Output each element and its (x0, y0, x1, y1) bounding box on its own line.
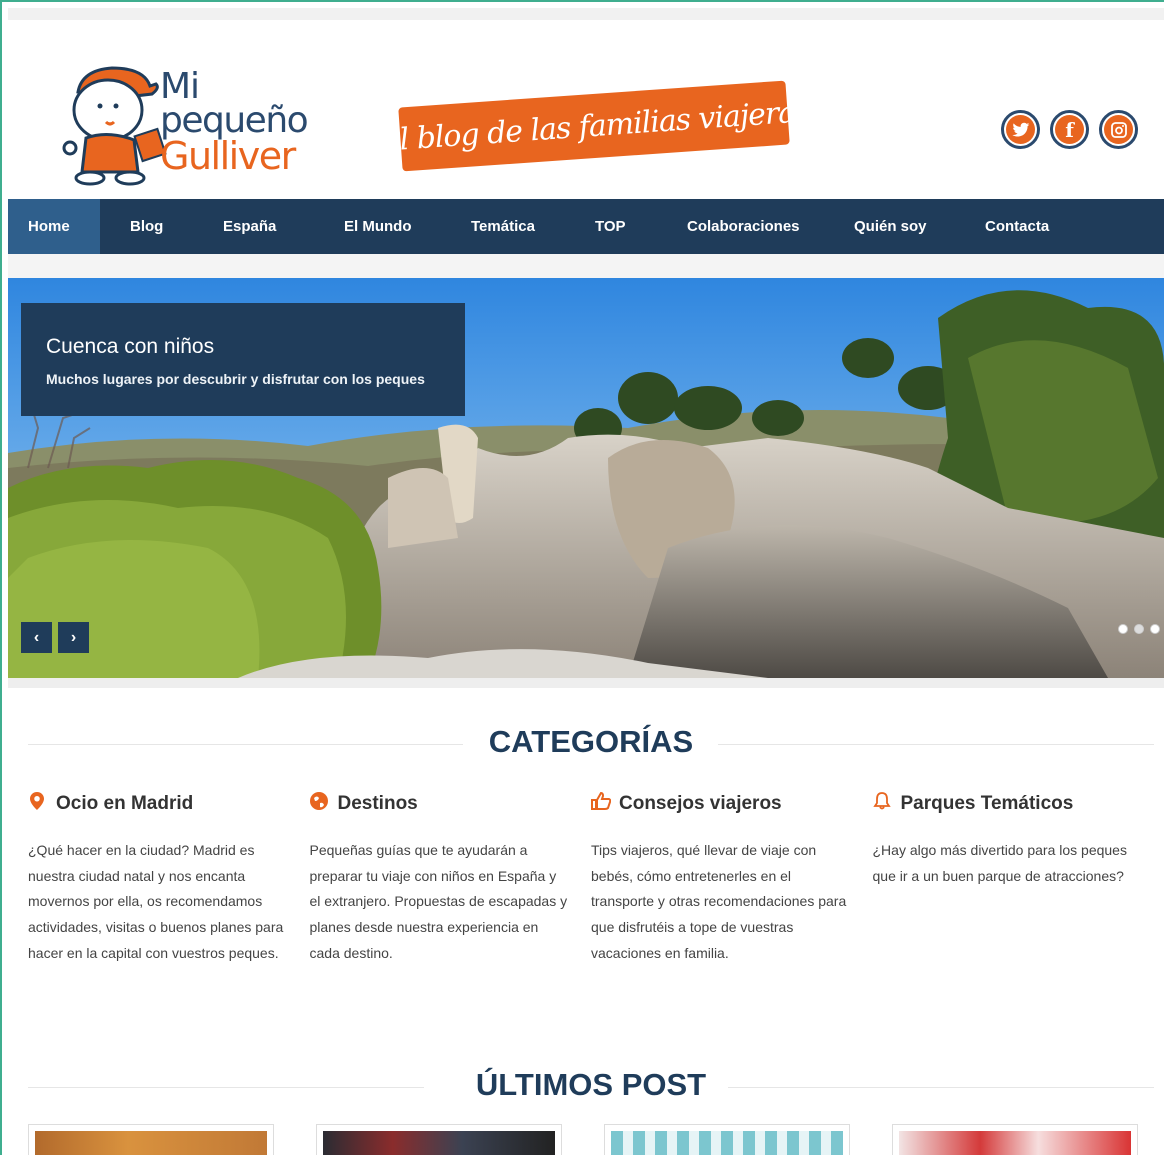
nav-item-home[interactable]: Home (8, 199, 100, 254)
category-destinos: Destinos Pequeñas guías que te ayudarán … (309, 792, 592, 967)
facebook-icon[interactable]: f (1050, 110, 1089, 149)
logo-wordmark: Mi pequeño Gulliver (160, 66, 309, 179)
tagline-banner: El blog de las familias viajeras (377, 80, 811, 172)
category-title[interactable]: Destinos (338, 793, 418, 815)
slide-caption[interactable]: Cuenca con niños Muchos lugares por desc… (21, 303, 465, 416)
category-header: Destinos (309, 792, 570, 816)
globe-icon (309, 792, 328, 816)
tagline-text: El blog de las familias viajeras (377, 93, 811, 159)
post-card[interactable] (28, 1124, 274, 1155)
logo-line-2: pequeño (160, 100, 309, 142)
category-description: Pequeñas guías que te ayudarán a prepara… (309, 842, 568, 961)
chevron-right-icon: › (70, 628, 77, 646)
category-header: Consejos viajeros (591, 791, 851, 816)
slider-dot-2[interactable] (1134, 624, 1144, 634)
nav-item-blog[interactable]: Blog (100, 199, 203, 254)
social-links: f (1001, 110, 1138, 149)
category-title[interactable]: Parques Temáticos (901, 793, 1074, 815)
category-header: Ocio en Madrid (28, 792, 288, 816)
post-thumbnail[interactable] (35, 1131, 267, 1155)
nav-item-contacta[interactable]: Contacta (961, 199, 1091, 254)
page: Mi pequeño Gulliver El blog de las famil… (8, 8, 1164, 1155)
post-thumbnail[interactable] (323, 1131, 555, 1155)
category-title[interactable]: Consejos viajeros (619, 793, 782, 815)
hero-bottom-strip (8, 678, 1164, 688)
instagram-icon[interactable] (1099, 110, 1138, 149)
post-card[interactable] (316, 1124, 562, 1155)
post-thumbnail[interactable] (611, 1131, 843, 1155)
nav-item-espana[interactable]: España (203, 199, 316, 254)
categories-list: Ocio en Madrid ¿Qué hacer en la ciudad? … (28, 791, 1155, 967)
post-card[interactable] (892, 1124, 1138, 1155)
site-header: Mi pequeño Gulliver El blog de las famil… (8, 20, 1164, 198)
map-pin-icon (28, 792, 46, 816)
post-card[interactable] (604, 1124, 850, 1155)
categories-heading-row: CATEGORÍAS (28, 724, 1154, 764)
slider-dot-3[interactable] (1150, 624, 1160, 634)
slide-title: Cuenca con niños (46, 335, 215, 358)
category-ocio-madrid: Ocio en Madrid ¿Qué hacer en la ciudad? … (28, 792, 310, 967)
nav-item-top[interactable]: TOP (567, 199, 659, 254)
category-parques: Parques Temáticos ¿Hay algo más divertid… (873, 792, 1155, 967)
category-description: ¿Hay algo más divertido para los peques … (872, 842, 1127, 884)
nav-item-colaboraciones[interactable]: Colaboraciones (659, 199, 830, 254)
slide-subtitle: Muchos lugares por descubrir y disfrutar… (46, 371, 425, 387)
categories-heading: CATEGORÍAS (488, 724, 694, 759)
slider-dots (1118, 624, 1160, 634)
category-header: Parques Temáticos (872, 792, 1133, 816)
hero-slider[interactable]: Cuenca con niños Muchos lugares por desc… (8, 278, 1164, 678)
mascot-icon (62, 66, 167, 186)
chevron-left-icon: ‹ (33, 628, 40, 646)
site-logo[interactable]: Mi pequeño Gulliver (60, 62, 310, 192)
main-nav: Home Blog España El Mundo Temática TOP C… (8, 199, 1164, 254)
logo-line-3: Gulliver (160, 134, 296, 179)
category-description: Tips viajeros, qué llevar de viaje con b… (591, 842, 847, 961)
category-title[interactable]: Ocio en Madrid (56, 793, 193, 815)
category-description: ¿Qué hacer en la ciudad? Madrid es nuest… (28, 842, 284, 961)
slider-dot-1[interactable] (1118, 624, 1128, 634)
latest-heading: ÚLTIMOS POST (475, 1067, 707, 1102)
twitter-icon[interactable] (1001, 110, 1040, 149)
nav-item-tematica[interactable]: Temática (443, 199, 567, 254)
latest-heading-row: ÚLTIMOS POST (28, 1067, 1154, 1107)
bell-icon (872, 792, 891, 816)
nav-item-el-mundo[interactable]: El Mundo (316, 199, 443, 254)
nav-shadow (8, 254, 1164, 278)
slider-next-button[interactable]: › (58, 622, 89, 653)
logo-line-1: Mi (160, 66, 200, 107)
nav-item-quien-soy[interactable]: Quién soy (830, 199, 961, 254)
category-consejos: Consejos viajeros Tips viajeros, qué lle… (591, 791, 873, 967)
thumbs-up-icon (591, 791, 612, 816)
slider-prev-button[interactable]: ‹ (21, 622, 52, 653)
latest-posts (28, 1124, 1154, 1155)
post-thumbnail[interactable] (899, 1131, 1131, 1155)
top-strip (8, 8, 1164, 20)
